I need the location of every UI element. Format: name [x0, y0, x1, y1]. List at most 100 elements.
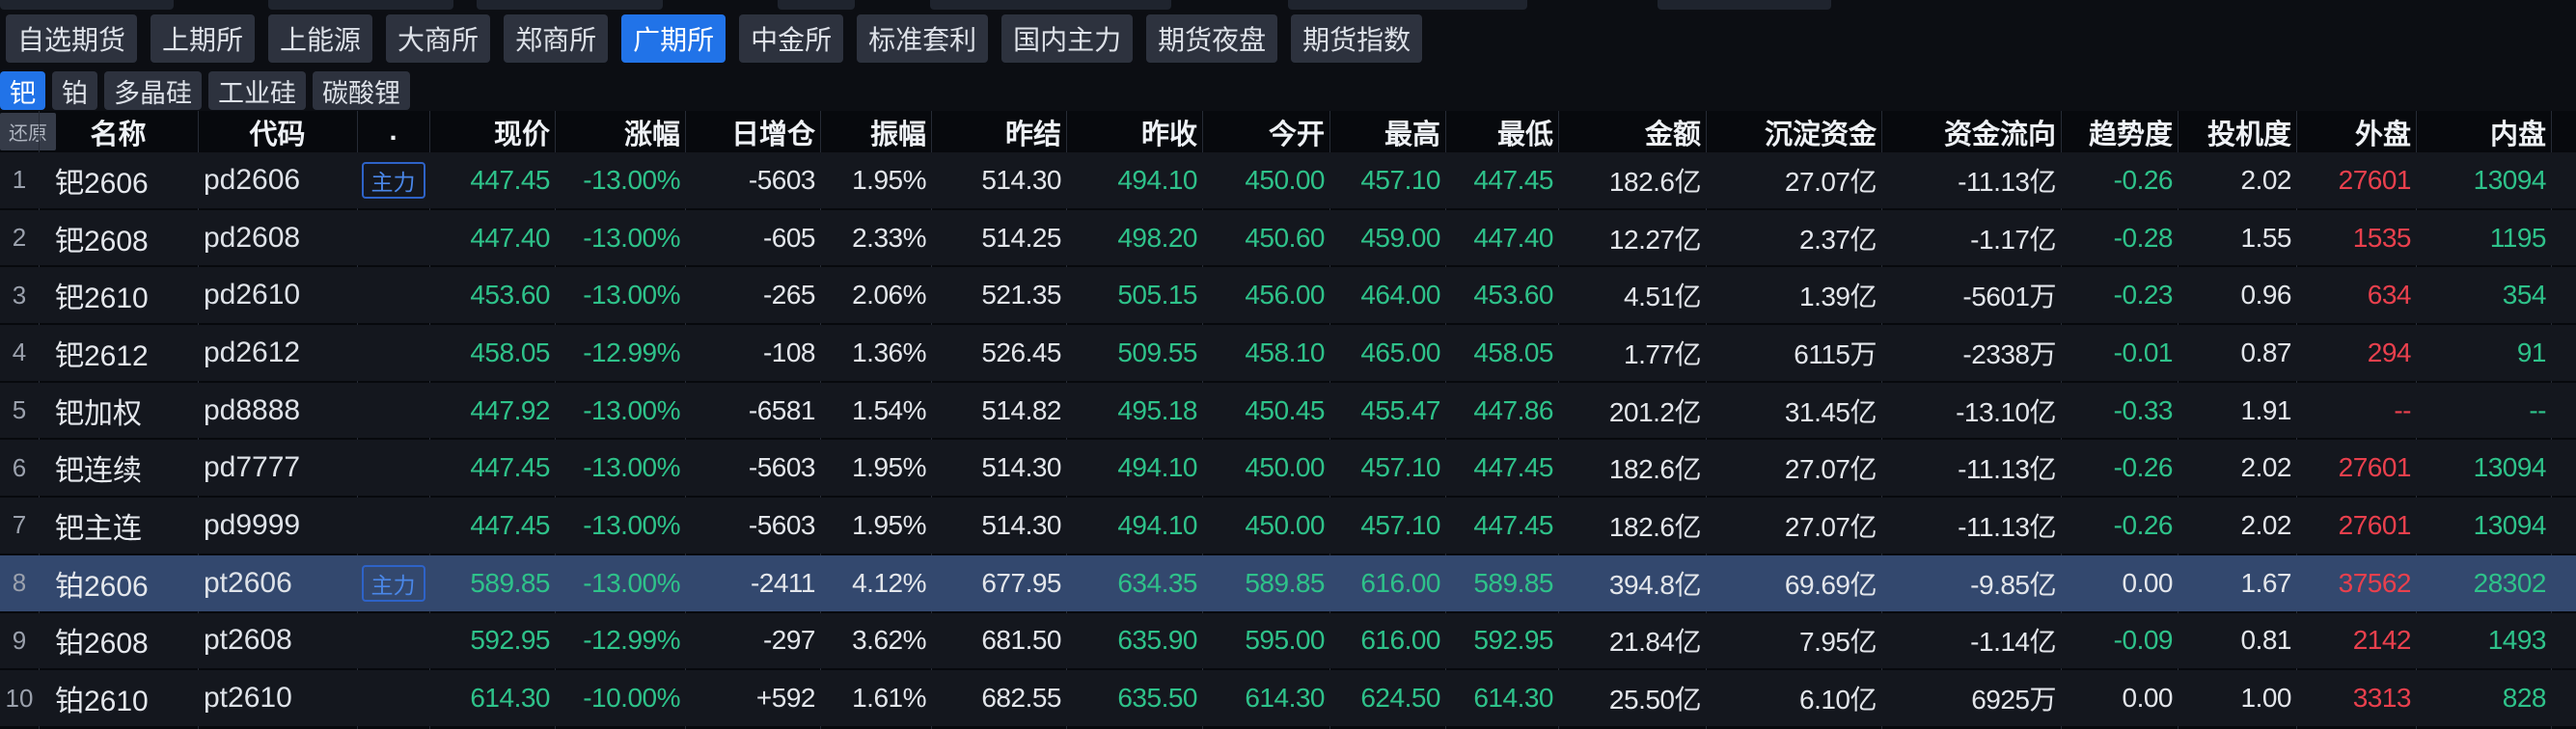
cell-turnover: 394.8亿 [1558, 564, 1706, 603]
col-header-prev-settle[interactable]: 昨结 [931, 111, 1066, 152]
table-row-pt2608[interactable]: 9铂2608pt2608592.95-12.99%-2973.62%681.50… [0, 613, 2576, 669]
exchange-tab-0[interactable]: 自选期货 [6, 14, 137, 63]
cell-seq: 4 [0, 338, 39, 367]
cell-code: pd2610 [198, 279, 357, 311]
table-row-pt2606[interactable]: 8铂2606pt2606主力589.85-13.00%-24114.12%677… [0, 555, 2576, 611]
cell-code: pt2606 [198, 567, 357, 600]
cell-oi-change: -2411 [685, 568, 820, 599]
quote-table: 还原名称代码.现价涨幅日增仓振幅昨结昨收今开最高最低金额沉淀资金资金流向趋势度投… [0, 111, 2576, 729]
cell-locked-funds: 6115万 [1706, 334, 1881, 372]
cell-inner-vol: -- [2416, 395, 2551, 426]
col-header-inner-vol[interactable]: 内盘 [2416, 111, 2551, 152]
cell-locked-funds: 31.45亿 [1706, 392, 1881, 430]
table-row-pt2610[interactable]: 10铂2610pt2610614.30-10.00%+5921.61%682.5… [0, 670, 2576, 726]
cell-name: 钯连续 [39, 446, 198, 489]
cell-locked-funds: 27.07亿 [1706, 506, 1881, 545]
cell-amplitude: 1.95% [820, 165, 931, 196]
cell-high: 457.10 [1329, 452, 1445, 483]
table-row-pd2606[interactable]: 1钯2606pd2606主力447.45-13.00%-56031.95%514… [0, 152, 2576, 208]
col-header-speculation[interactable]: 投机度 [2178, 111, 2296, 152]
table-row-pd8888[interactable]: 5钯加权pd8888447.92-13.00%-65811.54%514.824… [0, 383, 2576, 439]
col-header-fund-flow[interactable]: 资金流向 [1881, 111, 2061, 152]
col-header-price[interactable]: 现价 [429, 111, 555, 152]
cell-price: 447.40 [429, 223, 555, 254]
table-row-pd2612[interactable]: 4钯2612pd2612458.05-12.99%-1081.36%526.45… [0, 325, 2576, 381]
cell-prev-close: 494.10 [1066, 510, 1202, 541]
cell-outer-vol: 2142 [2296, 625, 2416, 656]
table-row-pd7777[interactable]: 6钯连续pd7777447.45-13.00%-56031.95%514.304… [0, 440, 2576, 496]
cell-turnover: 12.27亿 [1558, 219, 1706, 257]
cell-main-flag: 主力 [357, 565, 429, 602]
col-header-low[interactable]: 最低 [1445, 111, 1558, 152]
variety-tab-3[interactable]: 工业硅 [208, 71, 306, 110]
cell-price: 447.45 [429, 165, 555, 196]
variety-tab-0[interactable]: 钯 [0, 71, 45, 110]
cell-prev-close: 494.10 [1066, 452, 1202, 483]
cell-turnover: 182.6亿 [1558, 448, 1706, 487]
cell-oi-change: -5603 [685, 510, 820, 541]
col-header-turnover[interactable]: 金额 [1558, 111, 1706, 152]
cell-oi-change: +592 [685, 683, 820, 714]
col-header-open[interactable]: 今开 [1202, 111, 1329, 152]
table-row-pd2608[interactable]: 2钯2608pd2608447.40-13.00%-6052.33%514.25… [0, 210, 2576, 266]
cell-change-pct: -12.99% [555, 625, 685, 656]
cell-inner-vol: 91 [2416, 338, 2551, 368]
variety-tab-1[interactable]: 铂 [52, 71, 97, 110]
cell-amplitude: 2.06% [820, 280, 931, 310]
cell-prev-settle: 514.25 [931, 223, 1066, 254]
cell-oi-change: -108 [685, 338, 820, 368]
exchange-tab-4[interactable]: 郑商所 [504, 14, 608, 63]
exchange-tab-6[interactable]: 中金所 [739, 14, 843, 63]
col-header-code[interactable]: 代码 [198, 111, 357, 152]
cell-code: pd2612 [198, 337, 357, 369]
cell-prev-close: 505.15 [1066, 280, 1202, 310]
cell-high: 457.10 [1329, 510, 1445, 541]
exchange-tab-9[interactable]: 期货夜盘 [1146, 14, 1277, 63]
col-header-trend[interactable]: 趋势度 [2061, 111, 2178, 152]
col-header-change-pct[interactable]: 涨幅 [555, 111, 685, 152]
cell-amplitude: 4.12% [820, 568, 931, 599]
variety-tabbar: 钯铂多晶硅工业硅碳酸锂 [0, 63, 2576, 111]
cell-prev-settle: 514.82 [931, 395, 1066, 426]
variety-tab-4[interactable]: 碳酸锂 [313, 71, 410, 110]
cell-speculation: 1.55 [2178, 223, 2296, 254]
cell-code: pd2608 [198, 222, 357, 255]
col-header-oi-change[interactable]: 日增仓 [685, 111, 820, 152]
variety-tab-2[interactable]: 多晶硅 [104, 71, 202, 110]
partial-widget [930, 0, 1171, 10]
cell-outer-vol: 3313 [2296, 683, 2416, 714]
cell-fund-flow: -13.10亿 [1881, 392, 2061, 430]
cell-price: 589.85 [429, 568, 555, 599]
col-header-high[interactable]: 最高 [1329, 111, 1445, 152]
cell-fund-flow: -9.85亿 [1881, 564, 2061, 603]
cell-inner-vol: 828 [2416, 683, 2551, 714]
table-row-pd9999[interactable]: 7钯主连pd9999447.45-13.00%-56031.95%514.304… [0, 498, 2576, 554]
partial-widget [1288, 0, 1527, 10]
cell-turnover: 182.6亿 [1558, 161, 1706, 200]
futures-quote-window: 自选期货上期所上能源大商所郑商所广期所中金所标准套利国内主力期货夜盘期货指数 钯… [0, 0, 2576, 729]
cell-high: 457.10 [1329, 165, 1445, 196]
exchange-tab-2[interactable]: 上能源 [268, 14, 372, 63]
cell-inner-vol: 1493 [2416, 625, 2551, 656]
cell-amplitude: 1.95% [820, 452, 931, 483]
cell-main-flag: 主力 [357, 162, 429, 199]
exchange-tab-3[interactable]: 大商所 [386, 14, 490, 63]
exchange-tab-7[interactable]: 标准套利 [857, 14, 988, 63]
exchange-tab-1[interactable]: 上期所 [151, 14, 255, 63]
col-header-main-flag[interactable]: . [357, 111, 429, 152]
cell-code: pd9999 [198, 509, 357, 542]
col-header-name[interactable]: 名称 [39, 111, 198, 152]
exchange-tab-10[interactable]: 期货指数 [1291, 14, 1422, 63]
exchange-tab-8[interactable]: 国内主力 [1001, 14, 1133, 63]
exchange-tab-5[interactable]: 广期所 [621, 14, 726, 63]
col-header-amplitude[interactable]: 振幅 [820, 111, 931, 152]
col-header-locked-funds[interactable]: 沉淀资金 [1706, 111, 1881, 152]
cell-turnover: 4.51亿 [1558, 276, 1706, 314]
partial-widget [1658, 0, 1831, 10]
cell-prev-close: 498.20 [1066, 223, 1202, 254]
restore-button[interactable]: 还原 [0, 113, 56, 150]
col-header-prev-close[interactable]: 昨收 [1066, 111, 1202, 152]
col-header-outer-vol[interactable]: 外盘 [2296, 111, 2416, 152]
table-row-pd2610[interactable]: 3钯2610pd2610453.60-13.00%-2652.06%521.35… [0, 267, 2576, 323]
cell-trend: 0.00 [2061, 568, 2178, 599]
